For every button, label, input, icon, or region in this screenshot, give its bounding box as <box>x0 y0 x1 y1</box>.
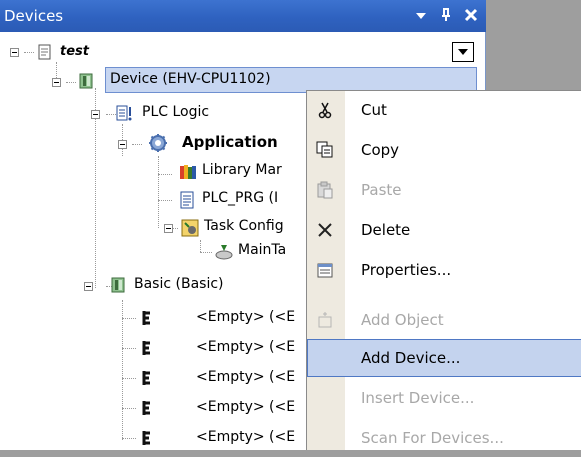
tree-node-main-task[interactable]: MainTa <box>238 242 286 258</box>
project-dropdown-button[interactable] <box>452 42 474 62</box>
menu-item-scan-for-devices[interactable]: Scan For Devices... <box>307 419 581 457</box>
properties-icon <box>316 261 334 279</box>
empty-slot-icon <box>140 339 158 357</box>
empty-slot-icon <box>140 369 158 387</box>
menu-item-label: Delete <box>361 221 411 239</box>
menu-item-properties[interactable]: Properties... <box>307 251 581 289</box>
panel-menu-dropdown-icon[interactable] <box>412 6 430 24</box>
tree-line <box>122 348 136 349</box>
tree-node-library-manager[interactable]: Library Mar <box>202 162 282 178</box>
menu-item-add-device[interactable]: Add Device... <box>307 339 581 377</box>
tree-expander[interactable] <box>91 110 100 119</box>
program-file-icon <box>178 190 196 209</box>
application-gear-icon <box>148 133 167 152</box>
menu-item-label: Copy <box>361 141 400 159</box>
module-icon <box>110 276 128 294</box>
tree-node-empty-slot[interactable]: <Empty> (<E <box>196 339 295 355</box>
tree-node-plc-prg[interactable]: PLC_PRG (I <box>202 190 278 206</box>
panel-title: Devices <box>4 7 64 25</box>
tree-node-project[interactable]: test <box>60 44 89 59</box>
menu-item-cut[interactable]: Cut <box>307 91 581 129</box>
tree-expander[interactable] <box>52 78 61 87</box>
tree-line <box>66 82 76 83</box>
tree-expander[interactable] <box>118 140 127 149</box>
menu-item-label: Cut <box>361 101 387 119</box>
tree-expander[interactable] <box>10 48 19 57</box>
tree-node-application[interactable]: Application <box>182 133 278 151</box>
menu-item-label: Scan For Devices... <box>361 429 504 447</box>
project-icon <box>36 43 54 61</box>
plc-logic-icon <box>115 104 133 122</box>
pin-icon[interactable] <box>437 6 455 24</box>
menu-item-delete[interactable]: Delete <box>307 211 581 249</box>
tree-line <box>200 240 201 252</box>
menu-item-label: Paste <box>361 181 402 199</box>
task-configuration-icon <box>180 218 199 237</box>
paste-icon <box>316 181 334 199</box>
tree-line <box>158 174 172 175</box>
tree-line <box>122 300 123 440</box>
tree-line <box>122 438 136 439</box>
tree-line <box>122 378 136 379</box>
copy-icon <box>316 141 334 159</box>
tree-line <box>158 200 172 201</box>
empty-slot-icon <box>140 309 158 327</box>
tree-node-empty-slot[interactable]: <Empty> (<E <box>196 429 295 445</box>
panel-titlebar: Devices <box>0 0 486 32</box>
tree-expander[interactable] <box>84 282 93 291</box>
tree-node-plc-logic[interactable]: PLC Logic <box>142 104 209 120</box>
device-icon <box>78 72 96 90</box>
menu-item-label: Properties... <box>361 261 452 279</box>
tree-node-empty-slot[interactable]: <Empty> (<E <box>196 369 295 385</box>
tree-node-basic[interactable]: Basic (Basic) <box>134 276 224 292</box>
delete-icon <box>316 221 334 239</box>
task-icon <box>214 242 233 260</box>
menu-item-label: Add Object <box>361 311 444 329</box>
tree-line <box>122 408 136 409</box>
tree-node-empty-slot[interactable]: <Empty> (<E <box>196 399 295 415</box>
tree-node-device[interactable]: Device (EHV-CPU1102) <box>110 71 271 87</box>
menu-item-insert-device[interactable]: Insert Device... <box>307 379 581 417</box>
tree-line <box>122 318 136 319</box>
tree-line <box>158 156 159 228</box>
add-object-icon <box>316 311 334 329</box>
library-manager-icon <box>178 162 196 180</box>
menu-item-copy[interactable]: Copy <box>307 131 581 169</box>
scissors-icon <box>316 101 334 119</box>
empty-slot-icon <box>140 429 158 447</box>
close-icon[interactable] <box>462 6 480 24</box>
menu-item-add-object[interactable]: Add Object <box>307 301 581 339</box>
menu-item-label: Add Device... <box>361 349 461 367</box>
tree-line <box>200 252 212 253</box>
context-menu: Cut Copy Paste Delete Properties... Add … <box>306 90 581 450</box>
empty-slot-icon <box>140 399 158 417</box>
tree-node-empty-slot[interactable]: <Empty> (<E <box>196 309 295 325</box>
tree-line <box>132 144 142 145</box>
menu-item-paste[interactable]: Paste <box>307 171 581 209</box>
tree-node-task-configuration[interactable]: Task Config <box>204 218 284 234</box>
tree-expander[interactable] <box>164 224 173 233</box>
tree-line <box>24 52 34 53</box>
menu-item-label: Insert Device... <box>361 389 475 407</box>
